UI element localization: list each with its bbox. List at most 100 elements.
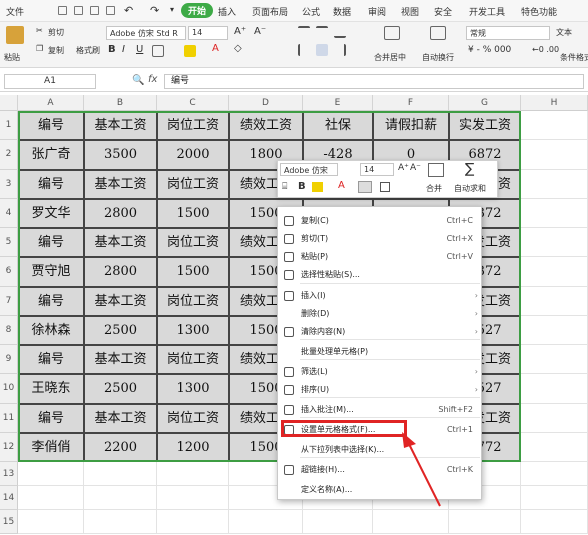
align-middle-icon[interactable] <box>316 26 328 38</box>
decrease-font-icon[interactable]: A⁻ <box>254 26 266 37</box>
empty-cell[interactable] <box>521 315 588 345</box>
empty-cell[interactable] <box>84 486 157 510</box>
table-cell[interactable]: 绩效工资 <box>229 111 303 141</box>
table-cell[interactable]: 2500 <box>84 374 157 404</box>
column-header-c[interactable]: C <box>157 95 229 111</box>
table-cell[interactable]: 编号 <box>18 228 84 258</box>
empty-cell[interactable] <box>449 510 521 534</box>
row-header-9[interactable]: 9 <box>0 345 18 375</box>
tab-formulas[interactable]: 公式 <box>302 5 320 18</box>
row-header-2[interactable]: 2 <box>0 140 18 170</box>
empty-cell[interactable] <box>521 345 588 375</box>
column-header-f[interactable]: F <box>373 95 449 111</box>
empty-cell[interactable] <box>521 462 588 486</box>
table-cell[interactable]: 2800 <box>84 198 157 228</box>
function-icon[interactable]: fx <box>148 74 157 85</box>
empty-cell[interactable] <box>521 198 588 228</box>
menu-item[interactable]: 排序(U) › <box>278 381 483 399</box>
table-cell[interactable]: 岗位工资 <box>157 169 229 199</box>
table-cell[interactable]: 编号 <box>18 345 84 375</box>
copy-icon[interactable]: ❐ <box>36 44 43 53</box>
row-header-8[interactable]: 8 <box>0 315 18 345</box>
table-cell[interactable]: 岗位工资 <box>157 111 229 141</box>
row-header-13[interactable]: 13 <box>0 462 18 486</box>
table-cell[interactable]: 王晓东 <box>18 374 84 404</box>
table-cell[interactable]: 徐林森 <box>18 315 84 345</box>
menu-item[interactable]: 选择性粘贴(S)... <box>278 266 483 284</box>
table-cell[interactable]: 编号 <box>18 111 84 141</box>
increase-font-icon[interactable]: A⁺ <box>234 26 246 37</box>
empty-cell[interactable] <box>521 374 588 404</box>
mini-increase-font-icon[interactable]: A⁺ <box>398 163 409 173</box>
tab-features[interactable]: 特色功能 <box>521 5 557 18</box>
empty-cell[interactable] <box>18 510 84 534</box>
name-box[interactable]: A1 <box>4 74 96 89</box>
empty-cell[interactable] <box>521 257 588 287</box>
align-center-icon[interactable] <box>316 44 328 56</box>
table-cell[interactable]: 基本工资 <box>84 169 157 199</box>
table-cell[interactable]: 实发工资 <box>449 111 521 141</box>
mini-bold-icon[interactable]: B <box>298 181 306 192</box>
column-header-g[interactable]: G <box>449 95 521 111</box>
menu-item[interactable]: 删除(D) › <box>278 305 483 323</box>
paste-button[interactable]: 粘贴 <box>4 52 20 63</box>
table-cell[interactable]: 2500 <box>84 315 157 345</box>
mini-format-painter-icon[interactable]: ⌸ <box>282 182 287 192</box>
row-header-1[interactable]: 1 <box>0 111 18 141</box>
menu-item[interactable]: 剪切(T) Ctrl+X <box>278 230 483 248</box>
bold-icon[interactable]: B <box>108 44 116 55</box>
row-header-3[interactable]: 3 <box>0 169 18 199</box>
row-header-7[interactable]: 7 <box>0 286 18 316</box>
copy-button[interactable]: 复制 <box>48 45 64 56</box>
fill-color-icon[interactable] <box>184 45 196 57</box>
empty-cell[interactable] <box>18 486 84 510</box>
align-bottom-icon[interactable] <box>334 26 346 38</box>
menu-item[interactable]: 复制(C) Ctrl+C <box>278 212 483 230</box>
menu-item[interactable]: 筛选(L) › <box>278 363 483 381</box>
select-all-corner[interactable] <box>0 95 18 111</box>
row-header-4[interactable]: 4 <box>0 198 18 228</box>
font-color-icon[interactable]: A <box>212 43 219 54</box>
table-cell[interactable]: 编号 <box>18 286 84 316</box>
table-cell[interactable]: 3500 <box>84 140 157 170</box>
save-icon[interactable] <box>58 6 67 15</box>
italic-icon[interactable]: I <box>122 44 125 55</box>
wrap-text-button[interactable]: 自动换行 <box>422 52 454 63</box>
table-cell[interactable]: 2000 <box>157 140 229 170</box>
tab-security[interactable]: 安全 <box>434 5 452 18</box>
table-cell[interactable]: 基本工资 <box>84 403 157 433</box>
table-cell[interactable]: 岗位工资 <box>157 286 229 316</box>
menu-item[interactable]: 粘贴(P) Ctrl+V <box>278 248 483 266</box>
table-cell[interactable]: 社保 <box>303 111 373 141</box>
row-header-11[interactable]: 11 <box>0 403 18 433</box>
mini-size-select[interactable]: 14 <box>360 163 394 176</box>
empty-cell[interactable] <box>303 510 373 534</box>
undo-icon[interactable]: ↶ <box>124 4 133 17</box>
row-header-14[interactable]: 14 <box>0 486 18 510</box>
zoom-icon[interactable]: 🔍 <box>132 75 144 86</box>
font-size-select[interactable]: 14 <box>188 26 228 40</box>
mini-border-icon[interactable] <box>380 182 390 192</box>
preview-icon[interactable] <box>106 6 115 15</box>
table-cell[interactable]: 贾守旭 <box>18 257 84 287</box>
currency-icon[interactable]: ¥ - % 000 <box>468 45 511 55</box>
menu-item[interactable]: 插入(I) › <box>278 287 483 305</box>
column-header-b[interactable]: B <box>84 95 157 111</box>
empty-cell[interactable] <box>521 140 588 170</box>
empty-cell[interactable] <box>157 462 229 486</box>
table-cell[interactable]: 编号 <box>18 403 84 433</box>
table-cell[interactable]: 1500 <box>157 257 229 287</box>
tab-view[interactable]: 视图 <box>401 5 419 18</box>
empty-cell[interactable] <box>521 111 588 141</box>
mini-fill-color-icon[interactable] <box>312 182 323 192</box>
redo-icon[interactable]: ↷ <box>150 4 159 17</box>
mini-merge-button[interactable]: 合并 <box>426 183 442 194</box>
table-cell[interactable]: 1300 <box>157 315 229 345</box>
column-header-h[interactable]: H <box>521 95 588 111</box>
mini-sum-icon[interactable]: ∑ <box>465 161 474 177</box>
print-icon[interactable] <box>90 6 99 15</box>
table-cell[interactable]: 张广奇 <box>18 140 84 170</box>
empty-cell[interactable] <box>229 510 303 534</box>
row-header-10[interactable]: 10 <box>0 374 18 404</box>
tab-review[interactable]: 审阅 <box>368 5 386 18</box>
